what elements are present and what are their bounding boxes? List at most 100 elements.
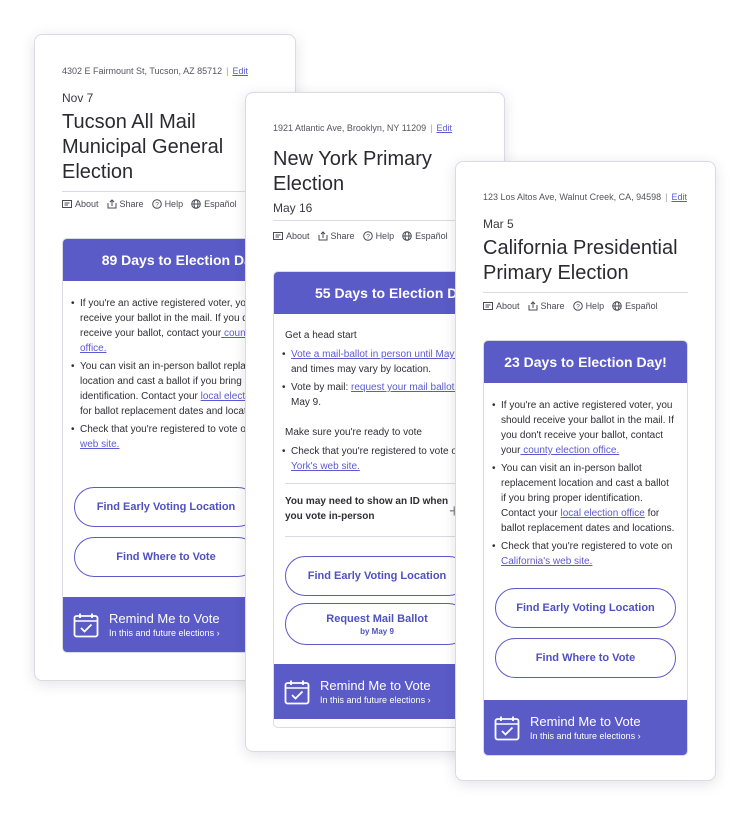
- meta-links: About Share ? Help Español: [62, 199, 237, 209]
- help-link[interactable]: ? Help: [362, 231, 394, 241]
- address-separator: |: [665, 192, 668, 202]
- about-label: About: [286, 231, 310, 241]
- share-label: Share: [540, 301, 565, 311]
- calendar-check-icon: [494, 716, 520, 740]
- local-office-link[interactable]: local election office: [560, 508, 644, 519]
- remind-text: Remind Me to Vote In this and future ele…: [320, 678, 431, 705]
- remind-text: Remind Me to Vote In this and future ele…: [109, 611, 220, 638]
- election-title: California Presidential Primary Election: [483, 237, 678, 284]
- address-text: 123 Los Altos Ave, Walnut Creek, CA, 945…: [483, 192, 662, 202]
- find-early-voting-button[interactable]: Find Early Voting Location: [74, 487, 258, 527]
- language-link[interactable]: Español: [402, 231, 448, 241]
- share-icon: [528, 301, 538, 311]
- countdown-panel: 23 Days to Election Day! If you're an ac…: [483, 340, 688, 756]
- edit-address-link[interactable]: Edit: [436, 123, 452, 133]
- request-mail-ballot-label: Request Mail Ballot: [326, 612, 428, 625]
- remind-subtitle: In this and future elections ›: [320, 695, 431, 705]
- bullet-text: Check that you're registered to vote on: [291, 446, 466, 457]
- divider: [483, 292, 688, 293]
- language-label: Español: [415, 231, 448, 241]
- help-link[interactable]: ? Help: [151, 199, 184, 209]
- info-card-icon: [273, 232, 283, 240]
- meta-links: About Share ? Help Español: [483, 301, 658, 311]
- list-item: If you're an active registered voter, yo…: [492, 398, 675, 458]
- remind-me-button[interactable]: Remind Me to Vote In this and future ele…: [484, 700, 687, 755]
- globe-icon: [612, 301, 622, 311]
- address-separator: |: [226, 66, 229, 76]
- info-card-icon: [483, 302, 493, 310]
- find-early-voting-button[interactable]: Find Early Voting Location: [495, 588, 676, 628]
- share-label: Share: [330, 231, 355, 241]
- vote-in-person-link[interactable]: Vote a mail-ballot in person until May 9…: [291, 349, 466, 360]
- globe-icon: [402, 231, 412, 241]
- help-link[interactable]: ? Help: [572, 301, 605, 311]
- remind-subtitle: In this and future elections ›: [530, 731, 641, 741]
- calendar-check-icon: [284, 680, 310, 704]
- remind-title: Remind Me to Vote: [109, 611, 220, 626]
- svg-text:?: ?: [155, 201, 159, 208]
- help-label: Help: [164, 199, 184, 209]
- address-text: 4302 E Fairmount St, Tucson, AZ 85712: [62, 66, 223, 76]
- head-start-heading: Get a head start: [285, 330, 357, 341]
- find-where-to-vote-button[interactable]: Find Where to Vote: [495, 638, 676, 678]
- share-icon: [318, 231, 328, 241]
- remind-title: Remind Me to Vote: [530, 714, 641, 729]
- help-icon: ?: [572, 301, 583, 311]
- svg-text:?: ?: [576, 303, 580, 310]
- remind-text: Remind Me to Vote In this and future ele…: [530, 714, 641, 741]
- county-office-link[interactable]: county election office.: [520, 445, 619, 456]
- about-link[interactable]: About: [483, 301, 520, 311]
- info-card-icon: [62, 200, 72, 208]
- language-link[interactable]: Español: [612, 301, 658, 311]
- election-card-california: 123 Los Altos Ave, Walnut Creek, CA, 945…: [455, 161, 716, 781]
- about-link[interactable]: About: [273, 231, 310, 241]
- language-label: Español: [204, 199, 237, 209]
- help-icon: ?: [362, 231, 373, 241]
- share-link[interactable]: Share: [107, 199, 144, 209]
- list-item: Check that you're registered to vote on …: [492, 539, 675, 569]
- election-date: Mar 5: [483, 217, 514, 231]
- about-link[interactable]: About: [62, 199, 99, 209]
- share-icon: [107, 199, 117, 209]
- edit-address-link[interactable]: Edit: [232, 66, 248, 76]
- find-early-voting-button[interactable]: Find Early Voting Location: [285, 556, 469, 596]
- address-separator: |: [430, 123, 433, 133]
- bullet-text: Check that you're registered to vote on: [501, 541, 673, 552]
- address-line: 123 Los Altos Ave, Walnut Creek, CA, 945…: [483, 192, 687, 202]
- share-link[interactable]: Share: [318, 231, 355, 241]
- bullet-text: Check that you're registered to vote on: [80, 424, 254, 435]
- svg-text:?: ?: [366, 233, 370, 240]
- address-line: 4302 E Fairmount St, Tucson, AZ 85712 | Ed…: [62, 66, 248, 76]
- election-title: New York Primary Election: [273, 148, 432, 195]
- bullet-text: Vote by mail:: [291, 382, 352, 393]
- share-link[interactable]: Share: [528, 301, 565, 311]
- help-icon: ?: [151, 199, 162, 209]
- remind-subtitle: In this and future elections ›: [109, 628, 220, 638]
- election-title: Tucson All Mail Municipal General Electi…: [62, 111, 224, 183]
- divider: [285, 483, 475, 484]
- ready-heading: Make sure you're ready to vote: [285, 427, 422, 438]
- meta-links: About Share ? Help Español: [273, 231, 448, 241]
- about-label: About: [496, 301, 520, 311]
- edit-address-link[interactable]: Edit: [671, 192, 687, 202]
- countdown-header: 23 Days to Election Day!: [484, 341, 687, 383]
- share-label: Share: [119, 199, 144, 209]
- about-label: About: [75, 199, 99, 209]
- globe-icon: [191, 199, 201, 209]
- language-link[interactable]: Español: [191, 199, 237, 209]
- address-text: 1921 Atlantic Ave, Brooklyn, NY 11209: [273, 123, 427, 133]
- language-label: Español: [625, 301, 658, 311]
- state-website-link[interactable]: California's web site.: [501, 556, 592, 567]
- election-date: Nov 7: [62, 91, 94, 105]
- find-where-to-vote-button[interactable]: Find Where to Vote: [74, 537, 258, 577]
- help-label: Help: [585, 301, 605, 311]
- request-mail-ballot-deadline: by May 9: [360, 626, 394, 636]
- info-list: If you're an active registered voter, yo…: [492, 398, 675, 572]
- address-line: 1921 Atlantic Ave, Brooklyn, NY 11209 | Ed…: [273, 123, 452, 133]
- request-mail-ballot-button[interactable]: Request Mail Ballot by May 9: [285, 603, 469, 645]
- list-item: You can visit an in-person ballot replac…: [492, 461, 675, 536]
- id-requirement-toggle[interactable]: You may need to show an ID when you vote…: [285, 494, 455, 524]
- bullet-text: for ballot replacement dates and locatio…: [80, 406, 268, 417]
- divider: [285, 536, 475, 537]
- election-date: May 16: [273, 201, 313, 215]
